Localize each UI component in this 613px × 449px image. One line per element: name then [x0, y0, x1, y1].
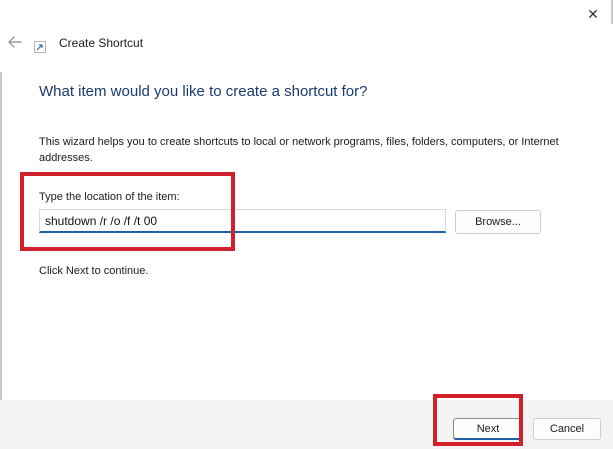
continue-hint: Click Next to continue. [39, 265, 149, 277]
next-button[interactable]: Next [453, 418, 523, 440]
browse-button[interactable]: Browse... [455, 210, 541, 234]
location-label: Type the location of the item: [39, 191, 180, 203]
cancel-button[interactable]: Cancel [533, 418, 601, 440]
create-shortcut-window: ✕ Create Shortcut What item would you li… [0, 0, 613, 449]
window-left-border [0, 72, 2, 449]
wizard-heading: What item would you like to create a sho… [39, 83, 368, 100]
window-title: Create Shortcut [59, 36, 144, 50]
shortcut-arrow-icon [34, 40, 46, 53]
location-input[interactable] [39, 209, 446, 233]
back-arrow-icon[interactable] [6, 34, 24, 50]
wizard-description: This wizard helps you to create shortcut… [39, 136, 559, 164]
close-icon[interactable]: ✕ [585, 6, 601, 22]
